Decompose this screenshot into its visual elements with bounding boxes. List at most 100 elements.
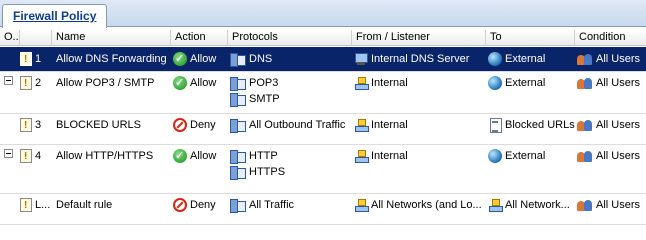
rule-order-number: L... — [35, 199, 51, 211]
rule-order-number: 2 — [35, 77, 42, 89]
rule-order: 4 — [20, 148, 42, 165]
allow-icon — [173, 51, 187, 67]
tab-label: Firewall Policy — [13, 9, 97, 23]
rule-action-text: Deny — [190, 199, 216, 211]
rule-to: Blocked URLs — [488, 117, 575, 133]
rule-to-text: External — [505, 53, 546, 65]
rule-to-cell: External — [488, 145, 575, 193]
rule-action-cell: Allow — [173, 47, 228, 71]
col-header-action[interactable]: Action — [171, 30, 228, 46]
protocol-item: HTTP — [230, 148, 278, 164]
rule-name: BLOCKED URLS — [56, 117, 141, 133]
table-row[interactable]: L... Default rule Deny All Traffic All Netwo… — [0, 194, 646, 225]
rule-action: Allow — [173, 148, 216, 164]
col-header-to[interactable]: To — [486, 30, 575, 46]
rule-action: Allow — [173, 51, 216, 67]
table-row[interactable]: 1 Allow DNS Forwarding Allow DNS Internal DN… — [0, 47, 646, 72]
rule-icon — [20, 198, 32, 214]
rule-from-text: Internal DNS Server — [371, 53, 470, 65]
rule-condition-text: All Users — [596, 199, 641, 211]
protocol-item: All Traffic — [230, 197, 294, 213]
protocol-name: All Traffic — [249, 199, 295, 211]
allow-icon — [173, 75, 187, 91]
col-header-spacer — [20, 30, 52, 46]
network-icon — [354, 198, 369, 212]
rule-condition-text: All Users — [596, 150, 641, 162]
users-icon — [577, 149, 593, 163]
protocol-name: SMTP — [249, 93, 280, 105]
rule-name-cell: Allow DNS Forwarding — [56, 47, 171, 71]
col-header-name[interactable]: Name — [52, 30, 171, 46]
rule-action-cell: Allow — [173, 72, 228, 113]
rule-order-cell: 1 — [20, 47, 52, 71]
rule-from-text: Internal — [371, 150, 408, 162]
rule-condition-cell: All Users — [577, 145, 646, 193]
rule-name: Allow POP3 / SMTP — [56, 75, 154, 91]
rule-name: Default rule — [56, 197, 112, 213]
expand-toggle-icon[interactable] — [4, 76, 13, 85]
rule-condition-text: All Users — [596, 77, 641, 89]
table-row[interactable]: 3 BLOCKED URLS Deny All Outbound Traffic Int… — [0, 114, 646, 145]
rule-to-text: All Network... — [505, 199, 570, 211]
rule-from-cell: Internal — [354, 145, 486, 193]
rule-action: Allow — [173, 75, 216, 91]
rule-to-text: External — [505, 150, 546, 162]
tab-firewall-policy[interactable]: Firewall Policy — [2, 4, 108, 28]
rule-name-cell: Allow POP3 / SMTP — [56, 72, 171, 113]
rule-order-number: 1 — [35, 53, 42, 65]
rule-from: All Networks (and Lo... — [354, 197, 482, 213]
rule-name: Allow HTTP/HTTPS — [56, 148, 153, 164]
rule-protocols-cell: POP3 SMTP — [230, 72, 352, 113]
rule-protocols-cell: All Traffic — [230, 194, 352, 224]
rule-action: Deny — [173, 197, 216, 213]
rule-name: Allow DNS Forwarding — [56, 51, 167, 67]
rule-condition: All Users — [577, 75, 640, 91]
network-icon — [354, 118, 369, 132]
rule-icon — [20, 118, 32, 134]
rule-order-number: 4 — [35, 150, 42, 162]
table-row[interactable]: 2 Allow POP3 / SMTP Allow POP3 SMTP Internal E… — [0, 72, 646, 114]
table-row[interactable]: 4 Allow HTTP/HTTPS Allow HTTP HTTPS Internal E… — [0, 145, 646, 194]
rule-order-number: 3 — [35, 119, 42, 131]
rule-name-cell: Default rule — [56, 194, 171, 224]
protocol-item: POP3 — [230, 75, 278, 91]
rule-action-text: Deny — [190, 119, 216, 131]
deny-icon — [173, 198, 187, 212]
rule-from-cell: All Networks (and Lo... — [354, 194, 486, 224]
rule-from: Internal — [354, 148, 408, 164]
rule-condition: All Users — [577, 117, 640, 133]
rule-to-text: Blocked URLs — [505, 119, 575, 131]
rule-order: L... — [20, 197, 51, 214]
rule-to: External — [488, 51, 545, 67]
rule-condition-cell: All Users — [577, 114, 646, 144]
col-header-from[interactable]: From / Listener — [352, 30, 486, 46]
rule-action: Deny — [173, 117, 216, 133]
rule-condition: All Users — [577, 197, 640, 213]
rule-protocols-cell: All Outbound Traffic — [230, 114, 352, 144]
users-icon — [577, 198, 593, 212]
rule-name-text: Allow POP3 / SMTP — [56, 77, 155, 89]
col-header-protocols[interactable]: Protocols — [228, 30, 352, 46]
rule-from-cell: Internal — [354, 72, 486, 113]
rule-name-text: BLOCKED URLS — [56, 119, 141, 131]
col-header-condition[interactable]: Condition — [575, 30, 646, 46]
rule-condition-cell: All Users — [577, 47, 646, 71]
rule-icon — [20, 149, 32, 165]
globe-icon — [488, 149, 502, 163]
rule-action-text: Allow — [190, 53, 217, 65]
rule-order-cell: 3 — [20, 114, 52, 144]
rule-from: Internal DNS Server — [354, 51, 469, 67]
globe-icon — [488, 52, 502, 66]
rule-to: All Network... — [488, 197, 570, 213]
expand-toggle-icon[interactable] — [4, 149, 13, 158]
rule-icon — [20, 76, 32, 92]
server-icon — [354, 52, 368, 66]
rule-condition-cell: All Users — [577, 72, 646, 113]
rule-from-text: All Networks (and Lo... — [371, 199, 482, 211]
protocol-icon — [230, 92, 246, 107]
rule-from-cell: Internal — [354, 114, 486, 144]
rule-name-cell: BLOCKED URLS — [56, 114, 171, 144]
rule-action-text: Allow — [190, 77, 217, 89]
col-header-order[interactable]: O... — [0, 30, 20, 46]
tab-strip: Firewall Policy — [0, 0, 646, 28]
